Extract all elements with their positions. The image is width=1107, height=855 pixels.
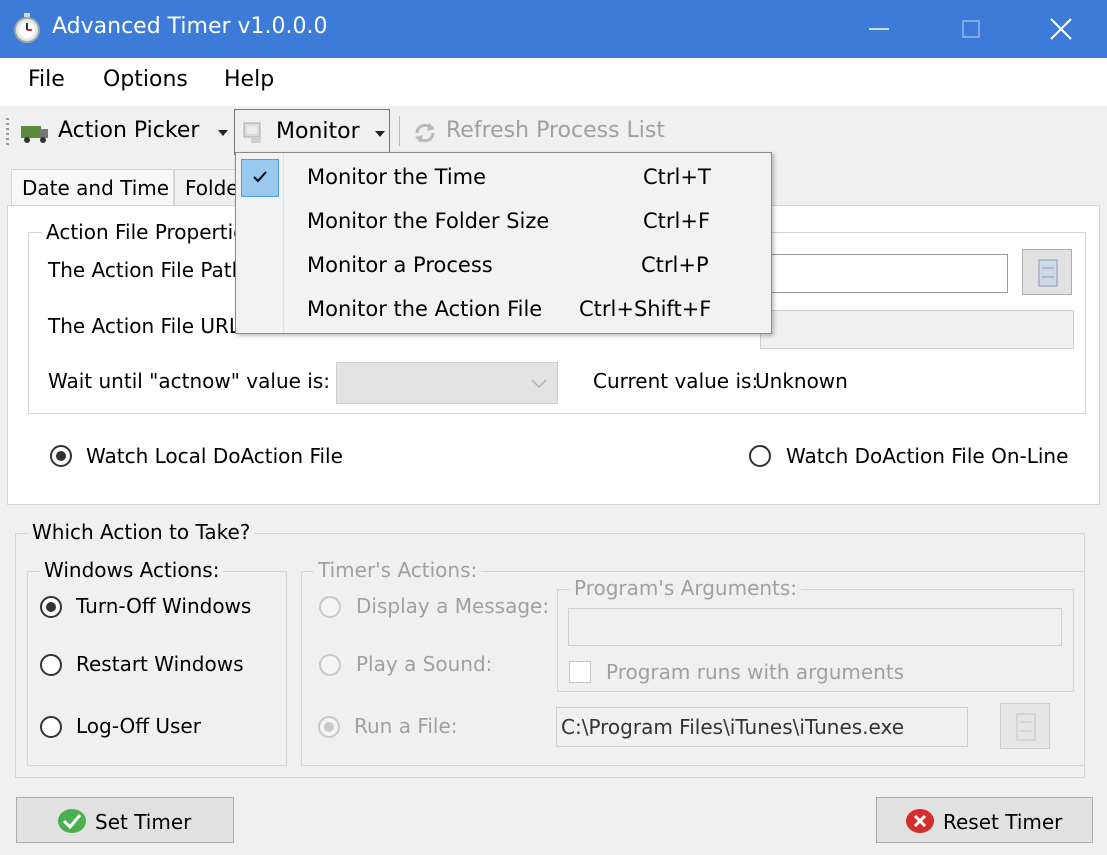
set-timer-button[interactable]: Set Timer [16,797,234,843]
display-message-radio[interactable] [319,596,341,618]
restart-windows-label[interactable]: Restart Windows [76,652,244,676]
reset-timer-label: Reset Timer [943,810,1063,834]
minimize-icon [869,28,889,30]
maximize-button[interactable] [925,0,1017,58]
set-timer-label: Set Timer [95,810,192,834]
menu-item-monitor-action-file[interactable]: Monitor the Action File Ctrl+Shift+F [236,287,771,331]
watch-online-radio[interactable] [749,445,771,467]
run-file-label[interactable]: Run a File: [354,714,458,738]
turn-off-windows-radio[interactable] [40,596,62,618]
window-title: Advanced Timer v1.0.0.0 [52,14,328,39]
display-message-label[interactable]: Display a Message: [356,594,549,618]
timers-actions-label: Timer's Actions: [314,558,482,582]
run-file-path-input[interactable]: C:\Program Files\iTunes\iTunes.exe [556,707,968,747]
watch-local-label[interactable]: Watch Local DoAction File [86,444,343,468]
wait-until-label: Wait until "actnow" value is: [48,369,330,393]
wait-until-select[interactable] [336,362,558,404]
menu-item-shortcut: Ctrl+F [643,209,711,233]
minimize-button[interactable] [833,0,925,58]
watch-local-radio[interactable] [50,445,72,467]
menu-item-label: Monitor a Process [307,253,493,277]
menu-item-label: Monitor the Folder Size [307,209,550,233]
log-off-user-label[interactable]: Log-Off User [76,714,201,738]
windows-actions-label: Windows Actions: [40,558,224,582]
turn-off-windows-label[interactable]: Turn-Off Windows [76,594,251,618]
close-icon [1050,18,1072,40]
menu-help[interactable]: Help [224,67,274,92]
stopwatch-icon [14,13,40,43]
menu-item-monitor-process[interactable]: Monitor a Process Ctrl+P [236,243,771,287]
title-bar: Advanced Timer v1.0.0.0 [0,0,1107,58]
menu-options[interactable]: Options [103,67,188,92]
toolbar-grip[interactable] [6,118,9,146]
action-file-url-label: The Action File URL [48,314,241,338]
monitor-label: Monitor [276,119,360,144]
browse-run-file-button[interactable] [1000,703,1050,749]
action-file-properties-label: Action File Propertie [42,220,250,244]
monitor-dropdown-menu: Monitor the Time Ctrl+T Monitor the Fold… [235,152,772,334]
which-action-label: Which Action to Take? [28,520,255,544]
current-value: Unknown [755,369,848,393]
checked-indicator [241,159,279,197]
menu-item-shortcut: Ctrl+Shift+F [579,297,712,321]
toolbar-separator [399,116,400,146]
menu-item-label: Monitor the Action File [307,297,543,321]
maximize-icon [962,20,980,38]
file-cabinet-icon [1016,713,1036,741]
action-picker-label: Action Picker [58,118,200,143]
menu-item-monitor-time[interactable]: Monitor the Time Ctrl+T [236,155,771,199]
refresh-process-list-button[interactable]: Refresh Process List [408,110,665,152]
watch-online-label[interactable]: Watch DoAction File On-Line [786,444,1068,468]
menu-item-shortcut: Ctrl+T [643,165,711,189]
toolbar: Action Picker Monitor Refresh Process Li… [0,106,1107,156]
menu-item-monitor-folder-size[interactable]: Monitor the Folder Size Ctrl+F [236,199,771,243]
tab-folder[interactable]: Folde [174,169,236,205]
run-file-radio[interactable] [318,716,340,738]
log-off-user-radio[interactable] [40,716,62,738]
action-file-path-label: The Action File Path [48,258,245,282]
file-cabinet-icon [1038,259,1058,287]
current-value-label: Current value is: [593,369,759,393]
dropdown-arrow-icon [375,131,385,137]
program-runs-with-arguments-label[interactable]: Program runs with arguments [606,660,904,684]
close-button[interactable] [1015,0,1107,58]
action-picker-button[interactable]: Action Picker [16,110,232,152]
cancel-icon [906,809,934,833]
menu-file[interactable]: File [28,67,65,92]
play-sound-radio[interactable] [319,654,341,676]
restart-windows-radio[interactable] [40,654,62,676]
play-sound-label[interactable]: Play a Sound: [356,652,492,676]
browse-action-file-button[interactable] [1022,249,1072,295]
dropdown-arrow-icon [218,130,228,136]
program-arguments-label: Program's Arguments: [570,576,802,600]
menu-item-label: Monitor the Time [307,165,487,189]
menu-bar: File Options Help [0,58,1107,106]
checkmark-icon [58,809,86,833]
refresh-label: Refresh Process List [446,118,665,143]
action-file-path-input[interactable] [760,254,1008,293]
reset-timer-button[interactable]: Reset Timer [876,797,1093,843]
action-file-url-input[interactable] [760,310,1074,349]
monitor-button[interactable]: Monitor [234,109,390,155]
truck-icon [21,126,48,143]
chevron-down-icon [531,379,547,389]
checkmark-icon [253,171,267,183]
tab-date-and-time[interactable]: Date and Time [11,169,174,205]
program-runs-with-arguments-checkbox[interactable] [569,661,591,683]
refresh-icon [415,123,435,143]
monitor-icon [243,122,261,143]
program-arguments-input[interactable] [568,608,1062,646]
menu-item-shortcut: Ctrl+P [641,253,709,277]
